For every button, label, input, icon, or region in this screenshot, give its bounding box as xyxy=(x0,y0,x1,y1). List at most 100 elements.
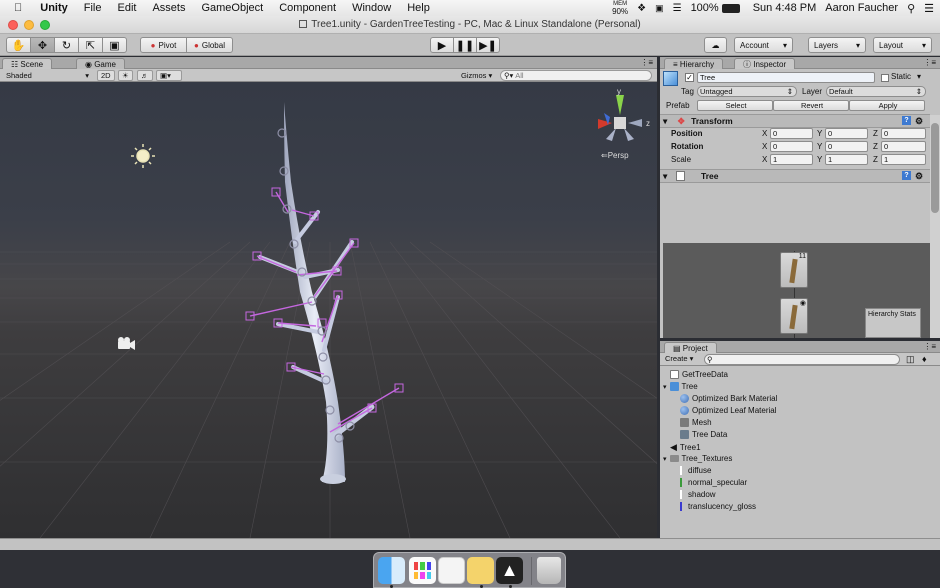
global-button[interactable]: ● Global xyxy=(186,37,233,53)
rotation-x-field[interactable]: 0 xyxy=(770,141,813,152)
tab-hierarchy[interactable]: ≡ Hierarchy xyxy=(664,58,724,69)
project-item-mesh[interactable]: Mesh xyxy=(680,418,712,427)
move-tool-icon[interactable]: ✥ xyxy=(30,37,55,53)
filter-by-label-icon[interactable]: ♦ xyxy=(922,354,927,364)
position-x-field[interactable]: 0 xyxy=(770,128,813,139)
toggle-2d-button[interactable]: 2D xyxy=(97,70,115,81)
filter-by-type-icon[interactable]: ◫ xyxy=(906,354,915,365)
layer-dropdown[interactable]: Default ⇕ xyxy=(826,86,926,97)
tab-menu-icon[interactable]: ⋮≡ xyxy=(923,58,936,67)
settings-gear-icon[interactable]: ⚙ xyxy=(915,170,923,182)
draw-mode-dropdown[interactable]: Shaded ▾ xyxy=(3,70,92,81)
position-y-field[interactable]: 0 xyxy=(825,128,868,139)
minimize-window-button[interactable] xyxy=(24,20,34,30)
pause-button[interactable]: ❚❚ xyxy=(453,37,477,53)
finder-icon[interactable] xyxy=(378,557,405,584)
help-icon[interactable]: ? xyxy=(902,171,911,180)
project-item-tree1-scene[interactable]: ◀ Tree1 xyxy=(670,442,701,453)
lighting-toggle-icon[interactable]: ☀ xyxy=(118,70,133,81)
tab-project[interactable]: ▤ Project xyxy=(664,342,717,353)
account-dropdown[interactable]: Account ▾ xyxy=(734,37,793,53)
project-item-bark-material[interactable]: Optimized Bark Material xyxy=(680,394,777,403)
scrollbar-thumb[interactable] xyxy=(931,123,939,213)
tab-menu-icon[interactable]: ⋮≡ xyxy=(640,58,653,67)
rotation-z-field[interactable]: 0 xyxy=(881,141,926,152)
notification-center-icon[interactable]: ☰ xyxy=(924,2,934,15)
hand-tool-icon[interactable]: ✋ xyxy=(6,37,31,53)
layers-dropdown[interactable]: Layers ▾ xyxy=(808,37,866,53)
launchpad-icon[interactable] xyxy=(409,557,436,584)
static-checkbox[interactable] xyxy=(881,74,889,82)
play-button[interactable]: ▶ xyxy=(430,37,454,53)
menu-component[interactable]: Component xyxy=(271,2,344,14)
static-dropdown-icon[interactable]: ▾ xyxy=(917,72,921,81)
active-checkbox[interactable]: ✓ xyxy=(685,73,694,82)
battery-icon[interactable] xyxy=(721,3,740,13)
rect-tool-icon[interactable]: ▣ xyxy=(102,37,127,53)
battery-percent[interactable]: 100% xyxy=(691,2,719,14)
help-icon[interactable]: ? xyxy=(902,116,911,125)
transform-header[interactable]: ▾ ✥ Transform ? ⚙ xyxy=(660,114,930,128)
project-item-shadow[interactable]: shadow xyxy=(680,490,716,499)
tab-game[interactable]: ◉ Game xyxy=(76,58,125,69)
gizmos-dropdown[interactable]: Gizmos ▾ xyxy=(458,70,495,81)
project-item-diffuse[interactable]: diffuse xyxy=(680,466,711,475)
audio-toggle-icon[interactable]: ♬ xyxy=(137,70,153,81)
step-button[interactable]: ▶❚ xyxy=(476,37,500,53)
menu-help[interactable]: Help xyxy=(399,2,438,14)
project-item-tree-data[interactable]: Tree Data xyxy=(680,430,727,439)
unity-app-icon[interactable]: ▲ xyxy=(496,557,523,584)
prefab-revert-button[interactable]: Revert xyxy=(773,100,849,111)
project-item-normal-specular[interactable]: normal_specular xyxy=(680,478,747,487)
memory-widget[interactable]: MEM 90% xyxy=(612,1,628,16)
tab-menu-icon[interactable]: ⋮≡ xyxy=(923,342,936,351)
scale-y-field[interactable]: 1 xyxy=(825,154,868,165)
tree-component-header[interactable]: ▾ Tree ? ⚙ xyxy=(660,169,930,183)
tab-inspector[interactable]: ⓘ Inspector xyxy=(734,58,796,69)
stickies-icon[interactable] xyxy=(467,557,494,584)
notes-icon[interactable] xyxy=(438,557,465,584)
create-dropdown[interactable]: Create ▾ xyxy=(663,354,698,365)
scale-tool-icon[interactable]: ⇱ xyxy=(78,37,103,53)
effects-dropdown-icon[interactable]: ▣▾ xyxy=(156,70,182,81)
trash-icon[interactable] xyxy=(537,557,561,584)
project-item-translucency-gloss[interactable]: translucency_gloss xyxy=(680,502,756,511)
inspector-scrollbar[interactable] xyxy=(930,115,940,338)
scene-viewport[interactable]: y z ⇐Persp xyxy=(0,82,657,538)
rotate-tool-icon[interactable]: ↻ xyxy=(54,37,79,53)
settings-gear-icon[interactable]: ⚙ xyxy=(915,115,923,127)
tag-dropdown[interactable]: Untagged ⇕ xyxy=(697,86,797,97)
menu-window[interactable]: Window xyxy=(344,2,399,14)
prefab-select-button[interactable]: Select xyxy=(697,100,773,111)
tree-branch-node-mid[interactable]: ◉ xyxy=(780,298,808,334)
scene-search-input[interactable]: ⚲▾ All xyxy=(500,70,652,81)
menu-gameobject[interactable]: GameObject xyxy=(193,2,271,14)
prefab-apply-button[interactable]: Apply xyxy=(849,100,925,111)
rotation-y-field[interactable]: 0 xyxy=(825,141,868,152)
scale-x-field[interactable]: 1 xyxy=(770,154,813,165)
project-item-gettreedata[interactable]: GetTreeData xyxy=(670,370,728,379)
menu-file[interactable]: File xyxy=(76,2,110,14)
zoom-window-button[interactable] xyxy=(40,20,50,30)
spotlight-icon[interactable]: ⚲ xyxy=(907,2,915,15)
clock[interactable]: Sun 4:48 PM xyxy=(753,2,817,14)
cloud-icon[interactable]: ☁ xyxy=(704,37,727,53)
project-search-input[interactable]: ⚲ xyxy=(704,354,900,365)
dropbox-icon[interactable]: ❖ xyxy=(637,3,646,14)
wifi-icon[interactable]: ☰ xyxy=(673,3,682,14)
position-z-field[interactable]: 0 xyxy=(881,128,926,139)
project-item-tree-textures[interactable]: ▾ Tree_Textures xyxy=(663,454,732,463)
menu-edit[interactable]: Edit xyxy=(109,2,144,14)
hierarchy-stats-button[interactable]: Hierarchy Stats xyxy=(865,308,921,338)
project-item-tree[interactable]: ▾ Tree xyxy=(663,382,698,391)
layout-dropdown[interactable]: Layout ▾ xyxy=(873,37,932,53)
close-window-button[interactable] xyxy=(8,20,18,30)
pivot-button[interactable]: ● Pivot xyxy=(140,37,187,53)
object-name-field[interactable]: Tree xyxy=(697,72,875,83)
tree-hierarchy-view[interactable]: 11 ◉ Hierarchy Stats xyxy=(663,243,930,338)
app-menu[interactable]: Unity xyxy=(32,2,76,14)
menu-assets[interactable]: Assets xyxy=(144,2,193,14)
apple-menu-icon[interactable]:  xyxy=(0,2,32,14)
tree-branch-node-top[interactable]: 11 xyxy=(780,252,808,288)
scale-z-field[interactable]: 1 xyxy=(881,154,926,165)
